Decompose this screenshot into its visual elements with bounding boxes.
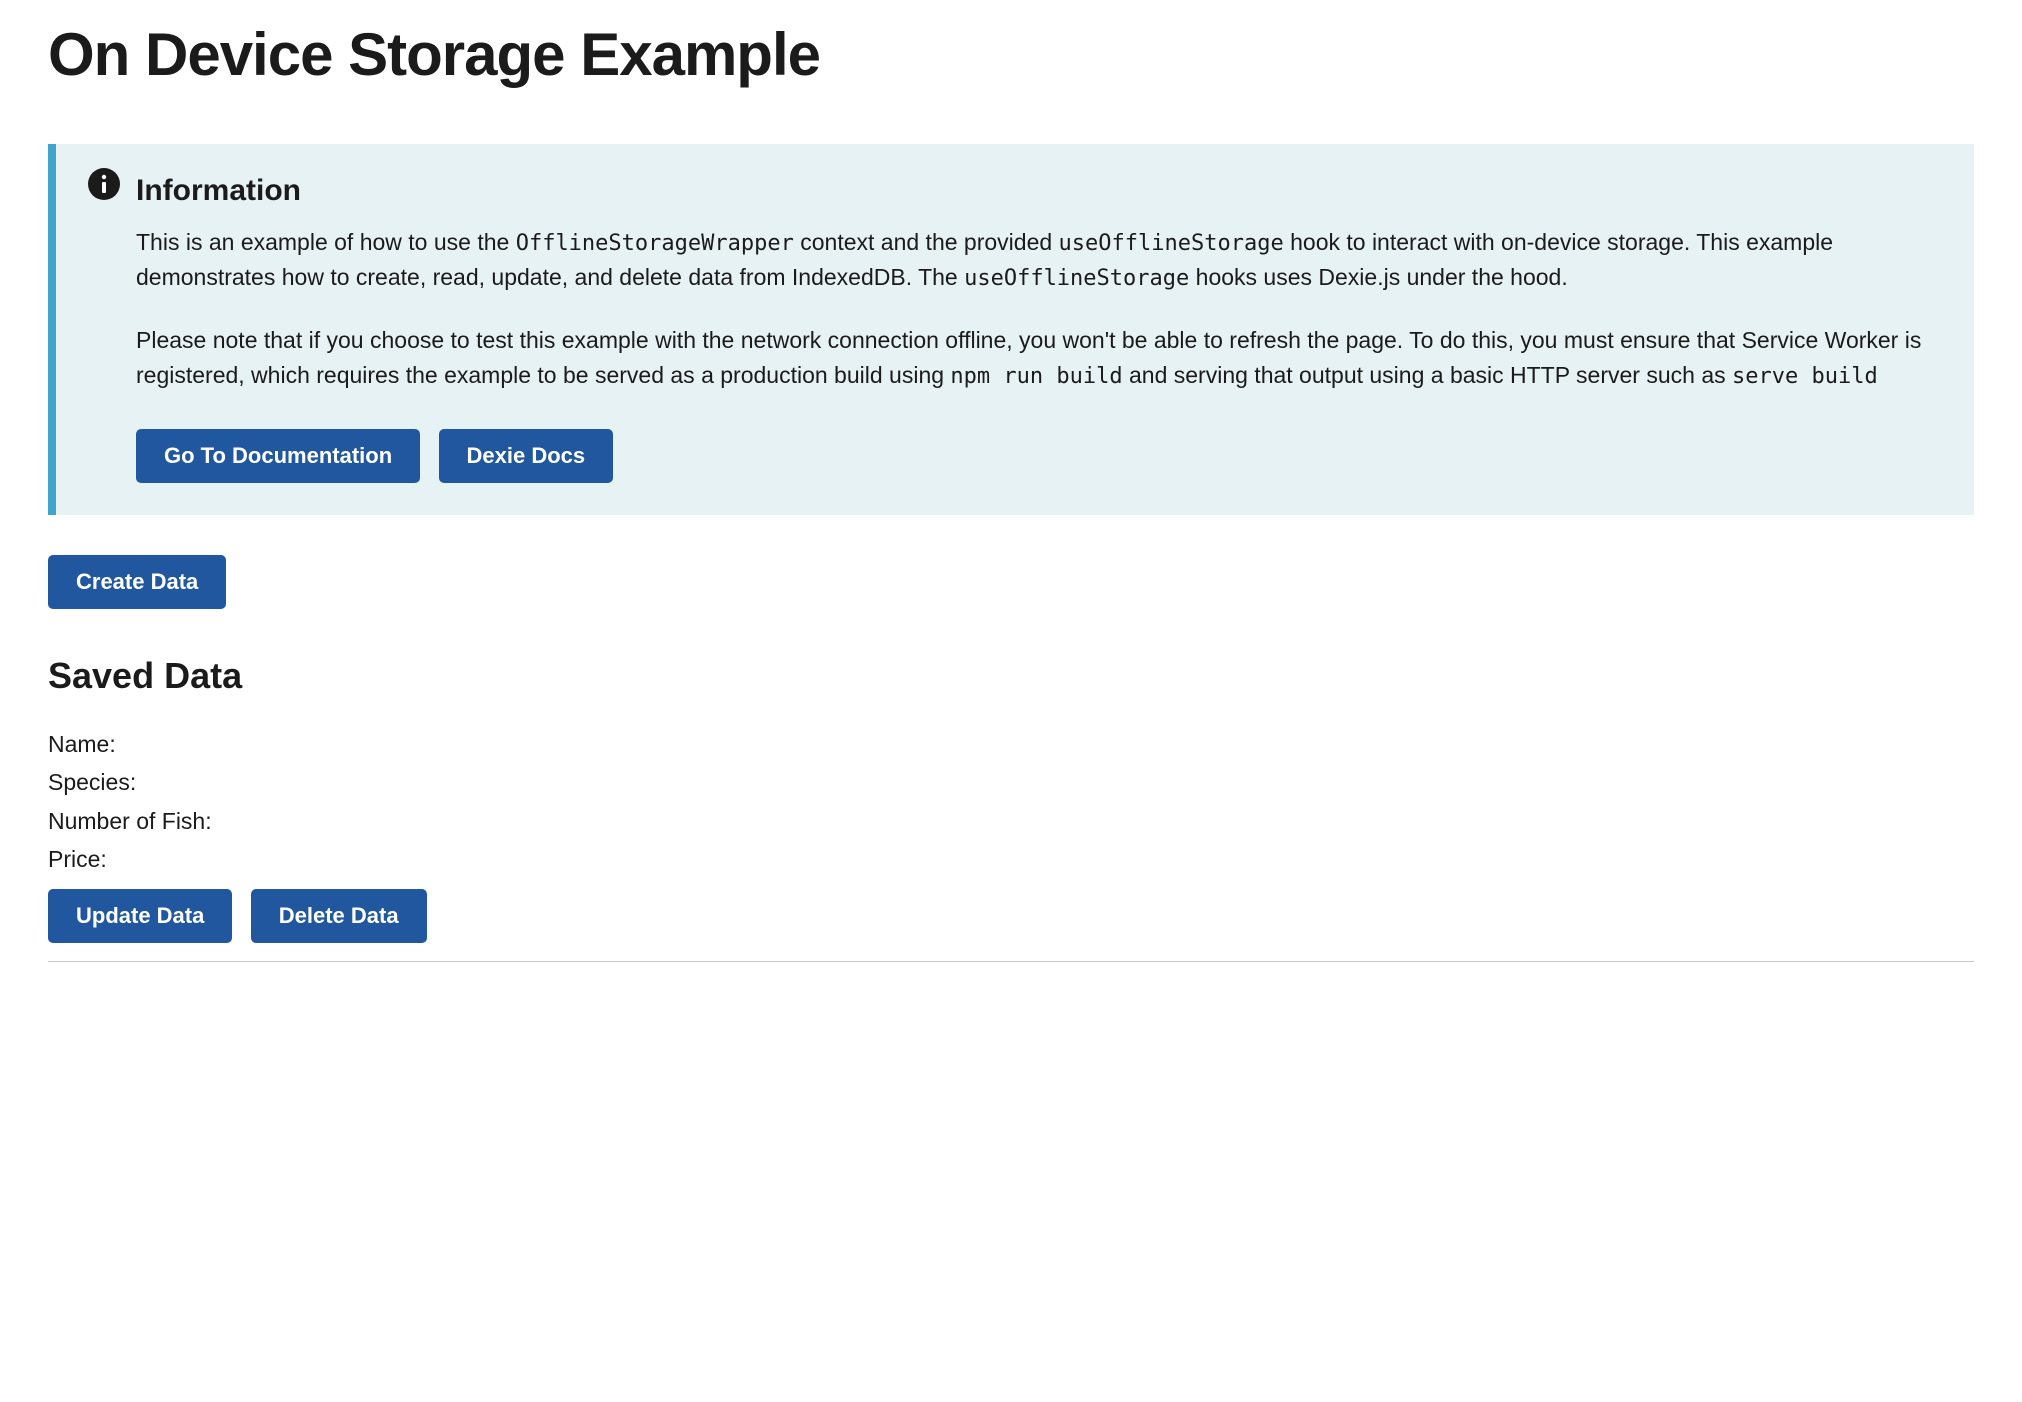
update-data-button[interactable]: Update Data (48, 889, 232, 943)
saved-data-list: Name: Species: Number of Fish: Price: (48, 727, 1974, 877)
code-use-offline-1: useOfflineStorage (1059, 231, 1284, 256)
code-npm-build: npm run build (950, 364, 1122, 389)
saved-data-heading: Saved Data (48, 649, 1974, 703)
row-action-buttons: Update Data Delete Data (48, 889, 1974, 943)
delete-data-button[interactable]: Delete Data (251, 889, 427, 943)
alert-paragraph-2: Please note that if you choose to test t… (136, 323, 1942, 393)
label-price: Price: (48, 846, 107, 872)
info-icon (88, 168, 120, 200)
code-use-offline-2: useOfflineStorage (964, 266, 1189, 291)
go-to-docs-button[interactable]: Go To Documentation (136, 429, 420, 483)
row-species: Species: (48, 765, 1974, 800)
alert-heading: Information (136, 168, 1942, 213)
code-offline-wrapper: OfflineStorageWrapper (516, 231, 794, 256)
row-count: Number of Fish: (48, 804, 1974, 839)
dexie-docs-button[interactable]: Dexie Docs (439, 429, 614, 483)
create-data-button[interactable]: Create Data (48, 555, 226, 609)
page-title: On Device Storage Example (48, 10, 1974, 100)
info-alert: Information This is an example of how to… (48, 144, 1974, 515)
label-species: Species: (48, 769, 136, 795)
label-count: Number of Fish: (48, 808, 212, 834)
row-name: Name: (48, 727, 1974, 762)
row-price: Price: (48, 842, 1974, 877)
label-name: Name: (48, 731, 116, 757)
divider (48, 961, 1974, 962)
code-serve-build: serve build (1732, 364, 1878, 389)
alert-button-row: Go To Documentation Dexie Docs (136, 429, 1942, 483)
alert-paragraph-1: This is an example of how to use the Off… (136, 225, 1942, 295)
